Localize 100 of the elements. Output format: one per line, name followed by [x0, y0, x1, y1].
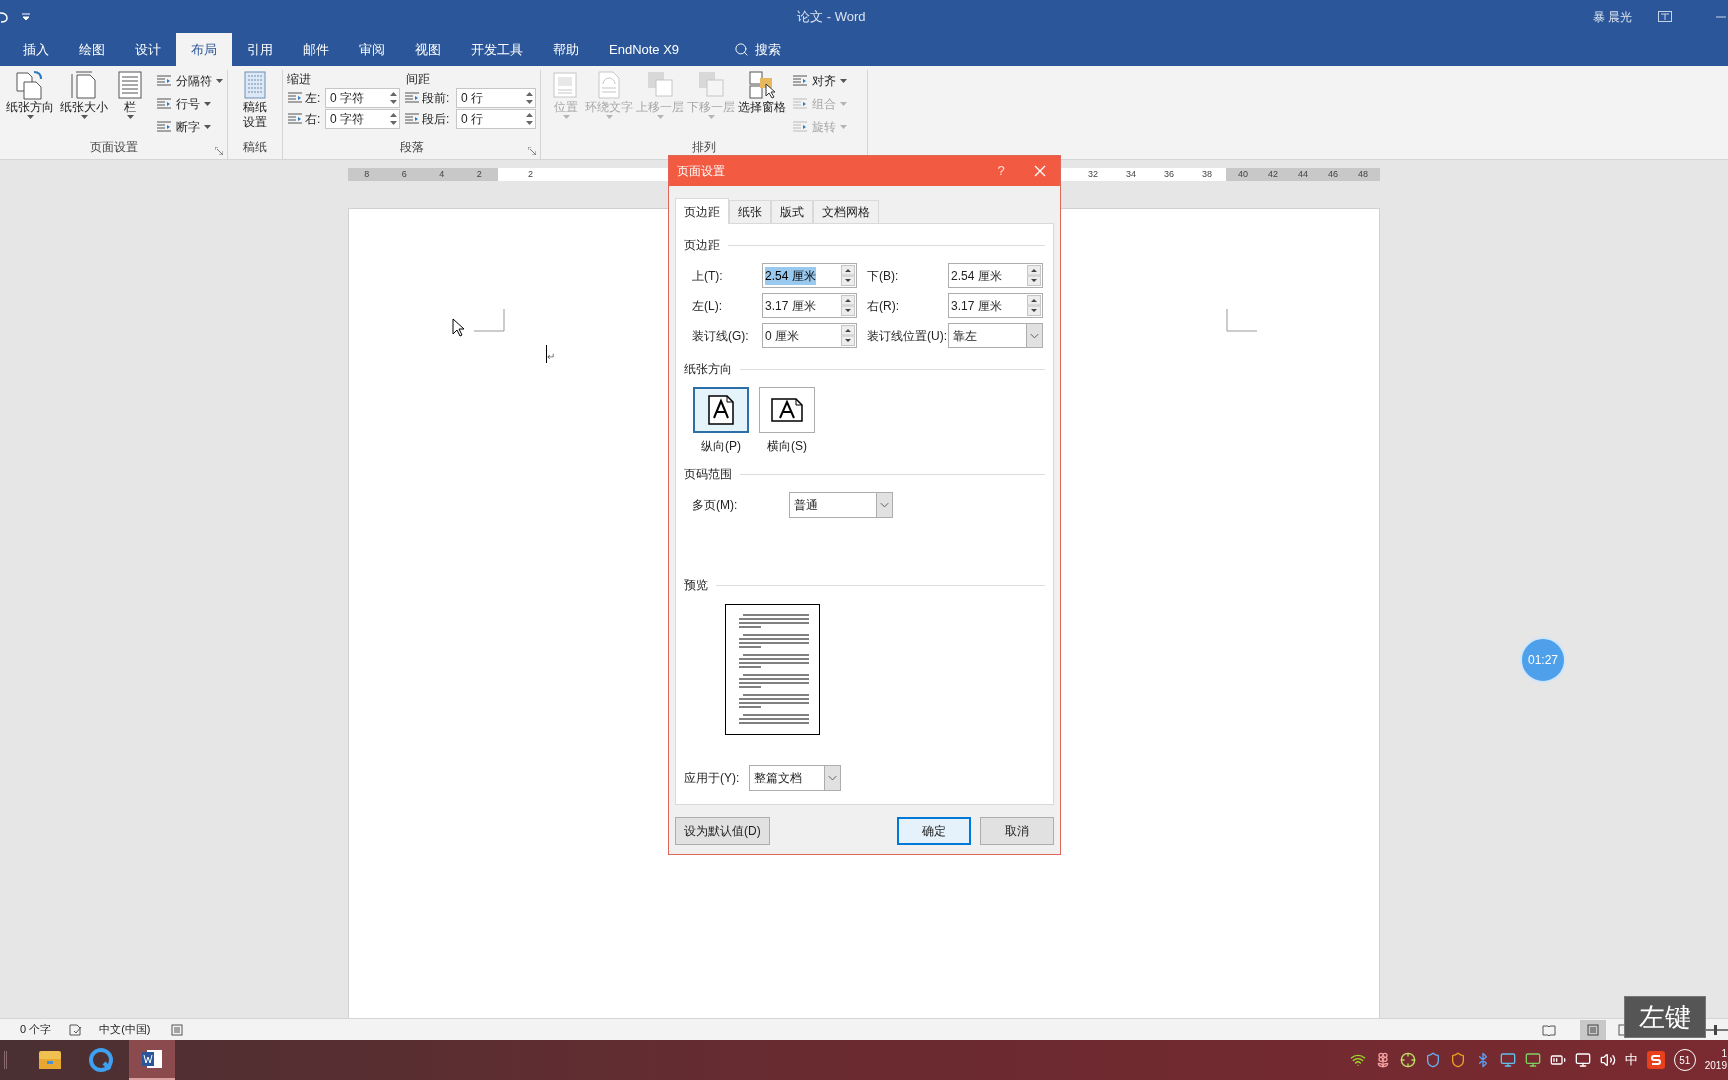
proofing-icon[interactable] [69, 1023, 84, 1036]
ribbon-button[interactable]: 纸张大小 [58, 70, 110, 138]
launcher-icon[interactable] [215, 147, 223, 155]
battery-icon[interactable] [1549, 1052, 1566, 1068]
word-count[interactable]: 0 个字 [20, 1021, 52, 1038]
apply-to-dropdown[interactable]: 整篇文档 [749, 765, 841, 791]
undo-icon[interactable] [0, 9, 8, 24]
caret-icon [80, 115, 88, 119]
caret-icon [840, 124, 847, 129]
monitor-icon[interactable] [1499, 1052, 1516, 1068]
wifi-icon[interactable] [1349, 1052, 1366, 1068]
launcher-icon[interactable] [528, 147, 536, 155]
ruler-number: 36 [1163, 167, 1175, 181]
margin-field[interactable]: 3.17 厘米 [948, 293, 1043, 318]
ribbon-tab[interactable]: 布局 [176, 33, 232, 66]
search-button[interactable]: 搜索 [734, 33, 782, 66]
ribbon-tab[interactable]: EndNote X9 [594, 33, 695, 66]
ime-indicator[interactable]: 中 [1624, 1050, 1638, 1070]
field-label: 左(L): [692, 297, 723, 315]
section-heading: 页边距 [684, 237, 720, 254]
field-label: 装订线位置(U): [867, 327, 948, 345]
caret-icon [562, 115, 570, 119]
section-heading: 纸张方向 [684, 361, 732, 378]
indent-field[interactable]: 0 字符 [325, 108, 400, 129]
input-method-icon[interactable] [1646, 1051, 1665, 1069]
ribbon-button[interactable]: 栏 [112, 70, 148, 138]
spinner-icon[interactable] [390, 111, 397, 126]
browser-icon[interactable] [89, 1048, 113, 1072]
ribbon-tab[interactable]: 引用 [232, 33, 288, 66]
gutter-position-dropdown[interactable]: 靠左 [948, 323, 1043, 348]
clock-text[interactable]: 2019 [1704, 1060, 1727, 1072]
field-value: 2.54 厘米 [765, 266, 816, 285]
caret-icon [216, 78, 223, 83]
spinner-icon[interactable] [526, 90, 533, 105]
spinner-icon[interactable] [1027, 265, 1041, 286]
active-taskbar-button[interactable] [129, 1040, 175, 1080]
field-label: 下(B): [867, 267, 900, 285]
spacing-field[interactable]: 0 行 [456, 87, 536, 108]
dialog-title: 页面设置 [677, 163, 726, 180]
print-layout-button[interactable] [1580, 1019, 1606, 1040]
spacing-field[interactable]: 0 行 [456, 108, 536, 129]
cancel-button[interactable]: 取消 [980, 817, 1054, 845]
ribbon-button[interactable]: 分隔符 [154, 70, 225, 91]
dialog-tab[interactable]: 版式 [771, 200, 813, 223]
dialog-tab[interactable]: 页边距 [675, 198, 729, 224]
field-label: 右: [305, 110, 322, 128]
field-label: 上(T): [692, 267, 724, 285]
customize-toolbar-icon[interactable] [22, 12, 30, 21]
ruler-number: 40 [1237, 167, 1249, 181]
margin-field[interactable]: 2.54 厘米 [762, 263, 857, 288]
ribbon-tab[interactable]: 插入 [8, 33, 64, 66]
indent-field[interactable]: 0 字符 [325, 87, 400, 108]
ribbon-tab[interactable]: 视图 [400, 33, 456, 66]
margin-field[interactable]: 3.17 厘米 [762, 293, 857, 318]
manuscript-button[interactable]: 稿纸 设置 [239, 70, 271, 138]
page-icon [1587, 1023, 1599, 1036]
language-status[interactable]: 中文(中国) [99, 1021, 151, 1038]
ribbon-button[interactable]: 纸张方向 [4, 70, 56, 138]
ruler-number: 4 [438, 167, 446, 181]
read-mode-icon[interactable] [1542, 1023, 1556, 1036]
margin-field[interactable]: 2.54 厘米 [948, 263, 1043, 288]
ribbon-display-icon[interactable] [1658, 11, 1672, 22]
ribbon-tab[interactable]: 帮助 [538, 33, 594, 66]
spinner-icon[interactable] [526, 111, 533, 126]
orientation-option[interactable] [693, 387, 749, 433]
caret-icon [656, 115, 664, 119]
ribbon-button[interactable]: 选择窗格 [737, 70, 787, 138]
network-icon[interactable] [1574, 1052, 1591, 1068]
margin-field[interactable]: 0 厘米 [762, 323, 857, 348]
caret-icon [126, 115, 134, 119]
crosshair-icon[interactable] [1399, 1052, 1416, 1068]
orientation-option[interactable] [759, 387, 815, 433]
set-default-button[interactable]: 设为默认值(D) [675, 817, 770, 845]
ok-button[interactable]: 确定 [897, 817, 971, 845]
spinner-icon[interactable] [1027, 295, 1041, 316]
spinner-icon[interactable] [841, 265, 855, 286]
close-icon[interactable] [1034, 165, 1046, 177]
spinner-icon[interactable] [841, 295, 855, 316]
ribbon-tab[interactable]: 审阅 [344, 33, 400, 66]
clock-text[interactable]: 1 [1721, 1048, 1727, 1060]
ribbon-tab[interactable]: 绘图 [64, 33, 120, 66]
spinner-icon[interactable] [390, 90, 397, 105]
ribbon-button[interactable]: 断字 [154, 116, 225, 137]
ribbon-tab[interactable]: 开发工具 [456, 33, 538, 66]
dialog-tab[interactable]: 文档网格 [813, 200, 879, 223]
zoom-thumb[interactable] [1714, 1024, 1717, 1035]
dialog-tab[interactable]: 纸张 [729, 200, 771, 223]
monitor-icon[interactable] [1524, 1052, 1541, 1068]
option-label: 纵向(P) [701, 438, 741, 455]
ribbon-tab[interactable]: 设计 [120, 33, 176, 66]
ribbon-button[interactable]: 对齐 [792, 70, 847, 91]
macro-icon[interactable] [170, 1023, 183, 1036]
multiple-pages-dropdown[interactable]: 普通 [789, 492, 893, 518]
volume-icon[interactable] [1599, 1052, 1616, 1068]
shield-icon[interactable] [1424, 1052, 1441, 1068]
shield-icon[interactable] [1449, 1052, 1466, 1068]
spinner-icon[interactable] [841, 325, 855, 346]
ribbon-button[interactable]: 行号 [154, 93, 225, 114]
ribbon-tab[interactable]: 邮件 [288, 33, 344, 66]
s-shape-icon [1650, 1054, 1661, 1066]
